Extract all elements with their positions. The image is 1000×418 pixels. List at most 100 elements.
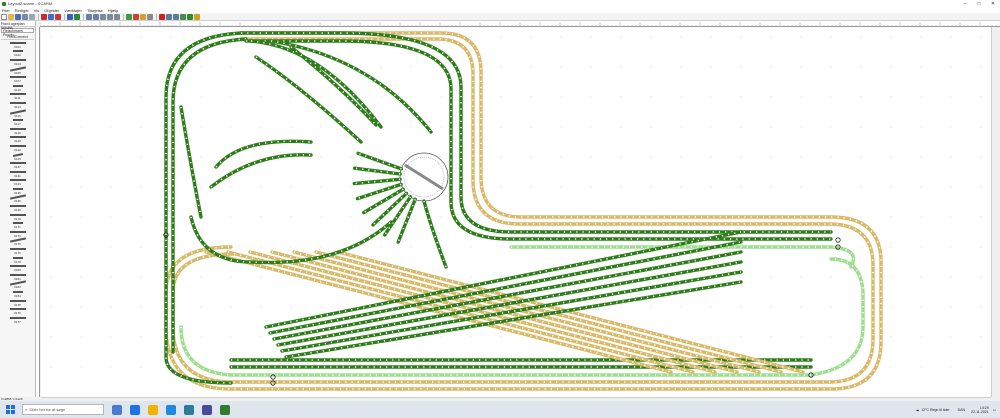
building-icon[interactable] <box>194 13 200 20</box>
scarm-app-icon[interactable] <box>220 404 230 415</box>
menu-objects[interactable]: Objekter <box>44 8 59 13</box>
track-library-item[interactable]: 9170 <box>0 213 35 222</box>
clock[interactable]: 14:29 22-11-2021 <box>971 406 989 414</box>
track-library-item[interactable]: 9179 <box>0 307 35 316</box>
track-library-item[interactable]: 9122 <box>0 144 35 153</box>
weather-text: 12°C Regn til tider <box>921 407 950 412</box>
grid-dot <box>710 96 712 98</box>
edge-icon[interactable] <box>130 404 140 415</box>
lang-indicator[interactable]: DAN <box>958 408 965 412</box>
track-library-item[interactable]: 9110 <box>0 84 35 93</box>
track-library-item[interactable]: 9177 <box>0 316 35 325</box>
close-button[interactable]: ✕ <box>986 0 1000 7</box>
track-library-item[interactable]: 9135 <box>0 187 35 196</box>
track-code-label: 9170 <box>14 216 21 221</box>
track-library-item[interactable]: 9180 <box>0 264 35 273</box>
measure-icon[interactable] <box>147 13 153 20</box>
layout-canvas[interactable] <box>41 27 991 397</box>
track-library-item[interactable]: 9119 <box>0 127 35 136</box>
print-preview-icon[interactable] <box>29 13 35 20</box>
vertical-scrollbar[interactable] <box>991 27 1000 397</box>
grid-dot <box>470 36 472 38</box>
start-button[interactable] <box>4 404 16 416</box>
3d-view-icon[interactable] <box>180 13 186 20</box>
track-library-item[interactable]: 9102 <box>0 50 35 59</box>
track-library-item[interactable]: 9127 <box>0 161 35 170</box>
zoom-fit-icon[interactable] <box>100 13 106 20</box>
task-view-icon[interactable] <box>112 404 122 415</box>
menu-help[interactable]: Hjælp <box>108 8 118 13</box>
grid-dot <box>620 186 622 188</box>
save-icon[interactable] <box>15 13 21 20</box>
app-icon-6[interactable] <box>202 404 212 415</box>
track-library-item[interactable]: 9105 <box>0 65 35 76</box>
track-library-item[interactable]: 9117 <box>0 118 35 127</box>
stop-icon[interactable] <box>159 13 165 20</box>
help-icon[interactable] <box>74 13 80 20</box>
yard-track-4 <box>254 55 363 144</box>
file-explorer-icon[interactable] <box>148 404 158 415</box>
track-library-item[interactable]: 9120 <box>0 136 35 145</box>
grid-dot <box>950 186 952 188</box>
tree-icon[interactable] <box>187 13 193 20</box>
track-library-item[interactable]: 9178 <box>0 299 35 308</box>
track-library-select[interactable]: Fleischmann Piccolo <box>1 28 34 37</box>
track-piece-icon <box>9 136 26 139</box>
track-library-item[interactable]: 9101 <box>0 41 35 50</box>
menu-file[interactable]: Filer <box>2 8 10 13</box>
zoom-in-icon[interactable] <box>86 13 92 20</box>
track-library-item[interactable]: 9181 <box>0 273 35 282</box>
track-library-item[interactable]: 9176 <box>0 247 35 256</box>
grid-dot <box>830 186 832 188</box>
train-run-icon[interactable] <box>173 13 179 20</box>
zoom-all-icon[interactable] <box>114 13 120 20</box>
track-library-item[interactable]: 9125 <box>0 152 35 162</box>
grid-dot <box>860 366 862 368</box>
track-library-item[interactable]: 9116 <box>0 108 35 119</box>
notification-icon[interactable]: ▭ <box>993 408 996 412</box>
track-library-item[interactable]: 9136 <box>0 194 35 205</box>
facebook-icon[interactable] <box>67 13 73 20</box>
grid-dot <box>380 246 382 248</box>
track-tool-icon[interactable] <box>126 13 132 20</box>
print-icon[interactable] <box>22 13 28 20</box>
track-library-item[interactable]: 9103 <box>0 58 35 67</box>
track-library-item[interactable]: 9131 <box>0 170 35 179</box>
delete-icon[interactable] <box>133 13 139 20</box>
copy-icon[interactable] <box>48 13 54 20</box>
track-library-item[interactable]: 9175 <box>0 237 35 248</box>
train-icon[interactable] <box>166 13 172 20</box>
maximize-button[interactable]: □ <box>972 0 986 7</box>
track-library-item[interactable]: 9178 <box>0 256 35 265</box>
menu-addons[interactable]: Tilføjelse <box>87 8 103 13</box>
menu-view[interactable]: Vis <box>34 8 39 13</box>
grid-dot <box>50 156 52 158</box>
store-icon[interactable] <box>184 404 194 415</box>
menu-edit[interactable]: Redigér <box>15 8 29 13</box>
grid-dot <box>110 276 112 278</box>
cut-icon[interactable] <box>41 13 47 20</box>
grid-dot <box>380 156 382 158</box>
flex-track-icon[interactable] <box>140 13 146 20</box>
zoom-out-icon[interactable] <box>93 13 99 20</box>
grid-dot <box>500 186 502 188</box>
open-folder-icon[interactable] <box>8 13 14 20</box>
track-library-item[interactable]: 9184 <box>0 290 35 299</box>
track-library-item[interactable]: 9107 <box>0 75 35 84</box>
grid-dot <box>920 216 922 218</box>
track-library-item[interactable]: 9173 <box>0 230 35 239</box>
zoom-window-icon[interactable] <box>107 13 113 20</box>
new-file-icon[interactable] <box>1 13 7 20</box>
menu-tools[interactable]: Værktøjer <box>64 8 82 13</box>
grid-dot <box>170 96 172 98</box>
paste-icon[interactable] <box>55 13 61 20</box>
track-library-item[interactable]: 9183 <box>0 280 35 291</box>
track-library-item[interactable]: 9139 <box>0 204 35 213</box>
taskbar-search[interactable]: ⌕ Skriv her for at søge <box>22 404 104 415</box>
track-library-item[interactable]: 9171 <box>0 221 35 230</box>
mail-icon[interactable] <box>166 404 176 415</box>
minimize-button[interactable]: – <box>958 0 972 7</box>
track-library-item[interactable]: 9133 <box>0 179 35 188</box>
track-library-item[interactable]: 9111 <box>0 93 35 102</box>
track-library-item[interactable]: 9114 <box>0 101 35 110</box>
